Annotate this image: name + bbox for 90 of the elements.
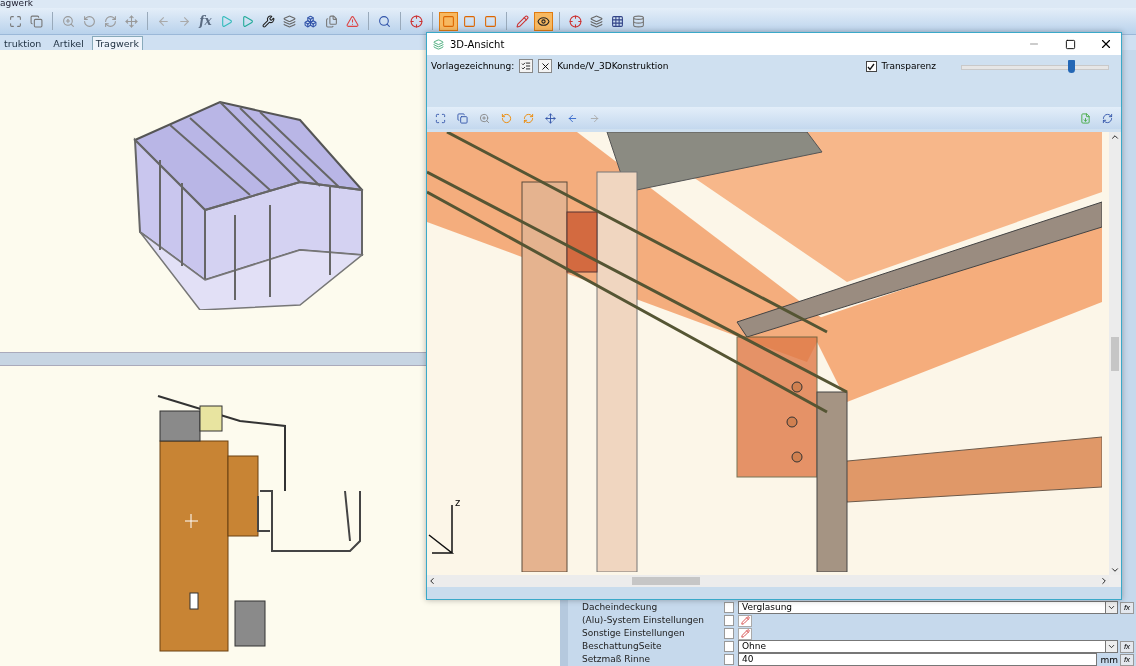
search-icon bbox=[378, 14, 391, 28]
pencil-icon bbox=[516, 14, 529, 28]
rotate-icon bbox=[501, 112, 512, 124]
checkbox[interactable] bbox=[724, 641, 734, 652]
property-label: Sonstige Einstellungen bbox=[582, 628, 686, 639]
slider-thumb[interactable] bbox=[1067, 60, 1075, 73]
database-icon bbox=[632, 14, 645, 28]
property-label: BeschattungSeite bbox=[582, 641, 663, 652]
wrench-icon bbox=[262, 14, 275, 28]
zoom-icon bbox=[479, 112, 490, 124]
checkbox[interactable] bbox=[724, 615, 734, 626]
tab[interactable]: Tragwerk bbox=[91, 36, 143, 50]
arrow-left-icon bbox=[567, 112, 578, 124]
clear-button[interactable] bbox=[538, 59, 553, 73]
layers-icon bbox=[283, 14, 296, 28]
arrow-left-icon bbox=[157, 14, 170, 28]
clear-icon bbox=[539, 60, 551, 72]
warning-icon bbox=[346, 14, 359, 28]
documents-icon bbox=[325, 14, 338, 28]
refresh-icon bbox=[1102, 112, 1113, 124]
property-label: (Alu)-System Einstellungen bbox=[582, 615, 706, 626]
caret-icon bbox=[1107, 603, 1116, 612]
scroll-thumb[interactable] bbox=[1111, 337, 1119, 371]
formula-button[interactable]: fx bbox=[1120, 640, 1134, 653]
template-label: Vorlagezeichnung: bbox=[431, 60, 515, 73]
tab[interactable]: Artikel bbox=[49, 36, 88, 50]
square-icon bbox=[442, 14, 455, 28]
formula-button[interactable]: fx bbox=[1120, 601, 1134, 614]
transparency-slider[interactable] bbox=[961, 59, 1109, 74]
move-icon bbox=[125, 14, 138, 28]
arrow-right-icon bbox=[178, 14, 191, 28]
axis-label: z bbox=[455, 497, 461, 508]
fit-view-icon bbox=[9, 14, 22, 28]
crosshair-icon bbox=[569, 14, 582, 28]
square-button[interactable] bbox=[439, 11, 458, 31]
unit-label: mm bbox=[1100, 654, 1118, 665]
checkbox[interactable] bbox=[724, 654, 734, 665]
scroll-down-icon[interactable] bbox=[1110, 565, 1120, 575]
caret-icon bbox=[1107, 642, 1116, 651]
pencil-icon bbox=[740, 616, 750, 625]
window-title: 3D-Ansicht bbox=[450, 38, 506, 50]
checkbox[interactable] bbox=[724, 602, 734, 613]
boxes-icon bbox=[304, 14, 317, 28]
input-field[interactable]: 40 bbox=[738, 653, 1098, 666]
maximize-icon bbox=[1064, 38, 1076, 50]
file-download-icon bbox=[1080, 112, 1091, 124]
play-icon bbox=[220, 14, 233, 28]
horizontal-scrollbar[interactable] bbox=[427, 575, 1109, 587]
transparency-label: Transparenz bbox=[881, 60, 936, 73]
scroll-up-icon[interactable] bbox=[1110, 132, 1120, 142]
pencil-icon bbox=[740, 629, 750, 638]
list-button[interactable] bbox=[519, 59, 534, 73]
scroll-right-icon[interactable] bbox=[1099, 576, 1109, 586]
formula-button[interactable]: fx bbox=[1120, 653, 1134, 666]
copy-icon bbox=[457, 112, 468, 124]
zoom-icon bbox=[62, 14, 75, 28]
square-icon bbox=[484, 14, 497, 28]
fit-view-icon bbox=[435, 112, 446, 124]
edit-button[interactable] bbox=[738, 627, 752, 640]
eye-icon bbox=[537, 14, 550, 28]
crosshair-icon bbox=[410, 14, 423, 28]
template-path: Kunde/V_3DKonstruktion bbox=[557, 60, 669, 73]
arrow-right-icon bbox=[589, 112, 600, 124]
edit-button[interactable] bbox=[738, 614, 752, 627]
play-icon bbox=[241, 14, 254, 28]
dropdown-field[interactable]: Verglasung bbox=[738, 601, 1118, 614]
layers-icon bbox=[590, 14, 603, 28]
transparency-checkbox[interactable] bbox=[865, 61, 877, 72]
tab[interactable]: truktion bbox=[0, 36, 46, 50]
refresh-icon bbox=[523, 112, 534, 124]
checkbox[interactable] bbox=[724, 628, 734, 639]
check-icon bbox=[867, 62, 875, 71]
refresh-icon bbox=[104, 14, 117, 28]
rotate-icon bbox=[83, 14, 96, 28]
square-icon bbox=[463, 14, 476, 28]
property-label: Dacheindeckung bbox=[582, 602, 659, 613]
scroll-thumb[interactable] bbox=[632, 577, 700, 585]
scroll-left-icon[interactable] bbox=[427, 576, 437, 586]
move-icon bbox=[545, 112, 556, 124]
eye-button[interactable] bbox=[534, 11, 553, 31]
window-icon bbox=[433, 38, 444, 50]
grid-icon bbox=[611, 14, 624, 28]
list-icon bbox=[521, 61, 532, 71]
close-icon bbox=[1099, 37, 1113, 51]
formula-button[interactable]: fx bbox=[196, 11, 215, 31]
property-label: Setzmaß Rinne bbox=[582, 654, 651, 665]
vertical-scrollbar[interactable] bbox=[1109, 132, 1121, 575]
copy-icon bbox=[30, 14, 43, 28]
dropdown-field[interactable]: Ohne bbox=[738, 640, 1118, 653]
app-title: agwerk bbox=[0, 0, 34, 8]
